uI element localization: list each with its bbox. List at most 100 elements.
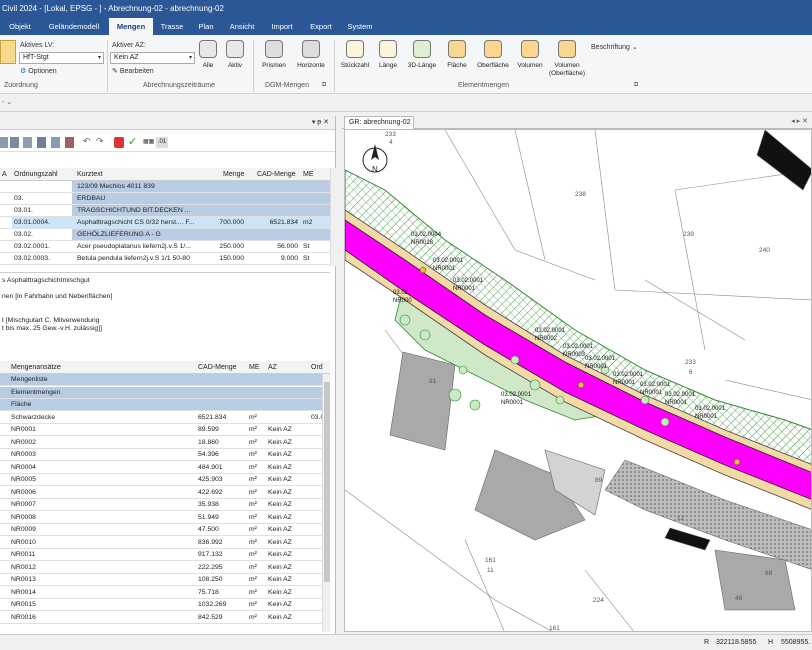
cell-name: NR0003 — [11, 451, 36, 458]
group-row[interactable]: Elementmengen — [0, 386, 322, 399]
table-row[interactable]: NR0013 108.250 m² Kein AZ — [0, 574, 322, 586]
toolbar-icon[interactable] — [23, 137, 32, 148]
col-ma-cad-menge[interactable]: CAD-Menge — [198, 361, 237, 374]
table-row[interactable]: 03.02.0003. Betula pendula liefern2j.v.S … — [0, 253, 330, 265]
dialog-launcher-icon[interactable]: ⧉ — [322, 82, 326, 89]
col-kurztext[interactable]: Kurztext — [77, 168, 103, 181]
decimal-icon[interactable]: .01 — [156, 137, 168, 148]
menu-plan[interactable]: Plan — [192, 18, 220, 35]
table-row[interactable]: NR0004 484.901 m² Kein AZ — [0, 461, 322, 474]
group-row[interactable]: Fläche — [0, 399, 322, 411]
aktiv-button[interactable]: Aktiv — [223, 40, 247, 70]
menu-mengen[interactable]: Mengen — [109, 18, 153, 35]
table-row[interactable]: 03.01. TRAGSCHICHTUND BIT.DECKEN ... — [0, 205, 330, 217]
redo-icon[interactable]: ↷ — [96, 136, 104, 147]
table-row[interactable]: NR0005 425.903 m² Kein AZ — [0, 474, 322, 486]
menu-system[interactable]: System — [342, 18, 378, 35]
grid-icon[interactable]: ▦▦ — [143, 138, 154, 145]
toolbar-icon[interactable] — [10, 137, 19, 148]
beschriftung-dropdown[interactable]: Beschriftung ⌄ — [591, 43, 638, 51]
map-tab[interactable]: GR: abrechnung-02 — [344, 116, 414, 129]
lv-icon[interactable] — [0, 40, 16, 64]
ma-scroll-thumb[interactable] — [324, 382, 330, 582]
table-row[interactable]: NR0002 18.860 m² Kein AZ — [0, 436, 322, 449]
cell-kurztext: Asphalttragschicht CS 0/32 herst.... F..… — [77, 219, 195, 226]
col-cad-menge[interactable]: CAD-Menge — [257, 168, 296, 181]
check-icon[interactable]: ✓ — [128, 135, 137, 148]
toolbar-icon[interactable] — [51, 137, 60, 148]
lv-select[interactable]: HfT-Stgt ▾ — [19, 52, 104, 64]
table-row[interactable]: NR0003 54.396 m² Kein AZ — [0, 449, 322, 461]
table-row[interactable]: NR0008 51.949 m² Kein AZ — [0, 511, 322, 524]
menu-gelaendemodell[interactable]: Geländemodell — [42, 18, 106, 35]
menu-export[interactable]: Export — [304, 18, 338, 35]
table-row[interactable]: NR0006 422.692 m² Kein AZ — [0, 486, 322, 499]
toolbar-icon[interactable] — [37, 137, 46, 148]
table-row[interactable]: 03.02. GEHÖLZLIEFERUNG A - G — [0, 229, 330, 241]
map-view[interactable]: N 238 239 240 233 6 233 4 161 11 161 224… — [344, 129, 812, 632]
horizonte-button[interactable]: Horizonte — [294, 40, 328, 70]
col-ma-az[interactable]: AZ — [268, 361, 277, 374]
table-row[interactable]: 03. ERDBAU — [0, 193, 330, 205]
table-row[interactable]: 03.01.0004. Asphalttragschicht CS 0/32 he… — [0, 217, 330, 229]
lock-icon[interactable] — [114, 137, 124, 148]
table-row[interactable]: 123/09 Mechlos 4011 839 — [0, 181, 330, 193]
table-row[interactable]: NR0001 89.599 m² Kein AZ — [0, 424, 322, 436]
table-row[interactable]: NR0016 842.529 m² Kein AZ — [0, 611, 322, 624]
az-select[interactable]: Kein AZ ▾ — [110, 52, 195, 64]
table-row[interactable]: Schwarzdecke 6521.834 m² 03.0 — [0, 411, 324, 424]
panel-controls[interactable]: ▾ ᵽ ✕ — [312, 118, 329, 126]
toolbar-icon[interactable] — [65, 137, 74, 148]
bearbeiten-button[interactable]: ✎ Bearbeiten — [112, 67, 154, 75]
col-me[interactable]: ME — [303, 168, 314, 181]
menu-import[interactable]: Import — [264, 18, 300, 35]
cell-menge: 250.000 — [219, 243, 244, 250]
stueckzahl-button[interactable]: Stückzahl — [338, 40, 372, 70]
laenge-button[interactable]: Länge — [376, 40, 400, 70]
svg-text:NR0018: NR0018 — [411, 240, 434, 246]
table-row[interactable]: NR0014 75.718 m² Kein AZ — [0, 586, 322, 599]
col-ma-ord[interactable]: Ord — [311, 361, 323, 374]
laenge3d-button[interactable]: 3D-Länge — [405, 40, 439, 70]
ma-scrollbar[interactable] — [322, 374, 330, 632]
north-arrow-icon: N — [362, 144, 388, 174]
table-row[interactable]: NR0010 836.992 m² Kein AZ — [0, 536, 322, 549]
menu-ansicht[interactable]: Ansicht — [224, 18, 260, 35]
optionen-button[interactable]: ⚙ Optionen — [20, 67, 57, 75]
table-row[interactable]: NR0012 222.295 m² Kein AZ — [0, 561, 322, 574]
flaeche-button[interactable]: Fläche — [444, 40, 470, 70]
col-ordnungszahl[interactable]: Ordnungszahl — [14, 168, 58, 181]
3d-length-icon — [413, 40, 431, 58]
menu-trasse[interactable]: Trasse — [156, 18, 188, 35]
svg-text:4: 4 — [389, 139, 393, 146]
group-zuordnung: Zuordnung — [4, 82, 38, 89]
prismen-button[interactable]: Prismen — [259, 40, 289, 70]
gear-icon: ⚙ — [20, 68, 27, 75]
volumen-oberflaeche-button[interactable]: Volumen (Oberfläche) — [547, 40, 587, 78]
menu-objekt[interactable]: Objekt — [2, 18, 38, 35]
alle-button[interactable]: Alle — [198, 40, 218, 70]
col-mengenansaetze[interactable]: Mengenansätze — [11, 361, 61, 374]
cell-az: Kein AZ — [268, 488, 292, 496]
lv-scrollbar[interactable] — [330, 168, 336, 266]
table-row[interactable]: NR0007 35.938 m² Kein AZ — [0, 499, 322, 511]
undo-icon[interactable]: ↶ — [83, 136, 91, 147]
dialog-launcher-icon[interactable]: ⧉ — [634, 82, 638, 89]
oberflaeche-button[interactable]: Oberfläche — [474, 40, 512, 70]
col-a[interactable]: A — [2, 168, 7, 181]
group-row[interactable]: Mengenliste — [0, 374, 322, 386]
col-ma-me[interactable]: ME — [249, 361, 260, 374]
table-row[interactable]: NR0009 47.500 m² Kein AZ — [0, 524, 322, 536]
qat-dropdown-icon[interactable]: - ⌄ — [2, 98, 12, 106]
table-row[interactable]: NR0011 917.132 m² Kein AZ — [0, 549, 322, 561]
col-menge[interactable]: Menge — [223, 168, 244, 181]
tab-controls[interactable]: ◂ ▸ ✕ — [791, 117, 808, 125]
langtext-panel: s Asphalttragschichtmischgut nen [in Fahr… — [0, 272, 330, 352]
table-row[interactable]: NR0015 1032.269 m² Kein AZ — [0, 599, 322, 611]
map-canvas[interactable]: N 238 239 240 233 6 233 4 161 11 161 224… — [345, 130, 812, 632]
svg-text:NR0001: NR0001 — [695, 414, 718, 420]
table-row[interactable]: 03.02.0001. Acer pseudoplatanus liefern2j… — [0, 241, 330, 253]
volumen-button[interactable]: Volumen — [514, 40, 546, 70]
cell-name: NR0015 — [11, 601, 36, 608]
toolbar-icon[interactable] — [0, 137, 8, 148]
